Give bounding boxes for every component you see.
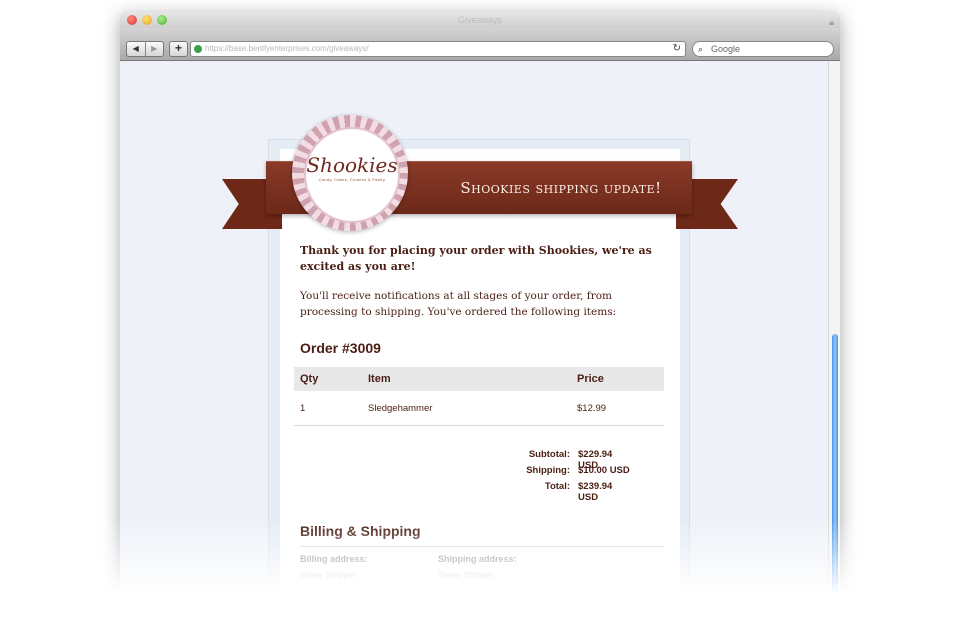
order-items-table: Qty Item Price 1 Sledgehammer $12.99 [294,367,664,426]
billing-address: Billing address: Steve Shipper [300,554,368,580]
title-bar: Giveaways 🔒︎ [120,12,840,28]
body-text: You'll receive notifications at all stag… [300,290,617,318]
brand-name: Shookies [306,153,398,177]
order-totals: Subtotal: $229.94 USD Shipping: $10.00 U… [480,449,634,503]
page-viewport: Shookies shipping update! Shookies Candy… [120,61,828,612]
shipping-name: Steve Shipper [438,570,495,580]
shipping-label: Shipping: [526,465,570,476]
forward-button[interactable]: ▶ [144,42,164,56]
divider [300,546,664,547]
minimize-window-button[interactable] [142,15,152,25]
cell-item: Sledgehammer [362,391,571,426]
browser-window: Giveaways 🔒︎ ◀ ▶ + https://base.bentlyen… [120,12,840,612]
cell-price: $12.99 [571,391,664,426]
table-row: 1 Sledgehammer $12.99 [294,391,664,426]
vertical-scrollbar[interactable] [828,61,840,612]
address-bar[interactable]: https://base.bentlyenterprises.com/givea… [190,41,686,57]
close-window-button[interactable] [127,15,137,25]
window-title: Giveaways [457,15,502,25]
brand-logo: Shookies Candy, Cakes, Cookies & Pastry [304,127,400,223]
cell-qty: 1 [294,391,362,426]
scrollbar-thumb[interactable] [832,334,838,612]
brand-tagline: Candy, Cakes, Cookies & Pastry [318,177,386,182]
intro-text: Thank you for placing your order with Sh… [300,244,652,273]
total-label: Total: [544,481,570,492]
subtotal-value: $229.94 USD [578,449,613,471]
browser-toolbar: ◀ ▶ + https://base.bentlyenterprises.com… [120,28,840,61]
search-placeholder[interactable]: Google [711,42,740,56]
table-header-row: Qty Item Price [294,367,664,391]
search-field[interactable]: ⌕ Google [692,41,834,57]
brand-seal: Shookies Candy, Cakes, Cookies & Pastry [292,115,408,231]
order-title: Order #3009 [300,340,381,356]
billing-name: Steve Shipper [300,570,357,580]
maximize-window-button[interactable] [157,15,167,25]
billing-address-label: Billing address: [300,554,368,564]
column-header-qty: Qty [294,367,362,391]
shipping-address-label: Shipping address: [438,554,517,564]
nav-buttons: ◀ ▶ [126,41,164,57]
shipping-row: Shipping: $10.00 USD [480,465,634,481]
back-button[interactable]: ◀ [127,42,145,56]
email-content: Thank you for placing your order with Sh… [300,243,664,356]
url-text[interactable]: https://base.bentlyenterprises.com/givea… [205,42,369,56]
total-value: $239.94 USD [578,481,613,503]
shipping-address: Shipping address: Steve Shipper [438,554,517,580]
shipping-value: $10.00 USD [578,465,630,476]
search-icon: ⌕ [698,44,704,54]
subtotal-row: Subtotal: $229.94 USD [480,449,634,471]
banner-title: Shookies shipping update! [460,179,662,197]
reload-icon[interactable]: ↻ [673,42,681,56]
total-row: Total: $239.94 USD [480,481,634,503]
globe-icon [194,45,202,53]
column-header-price: Price [571,367,664,391]
add-bookmark-button[interactable]: + [169,41,188,57]
column-header-item: Item [362,367,571,391]
subtotal-label: Subtotal: [528,449,570,460]
billing-shipping-title: Billing & Shipping [300,523,421,539]
